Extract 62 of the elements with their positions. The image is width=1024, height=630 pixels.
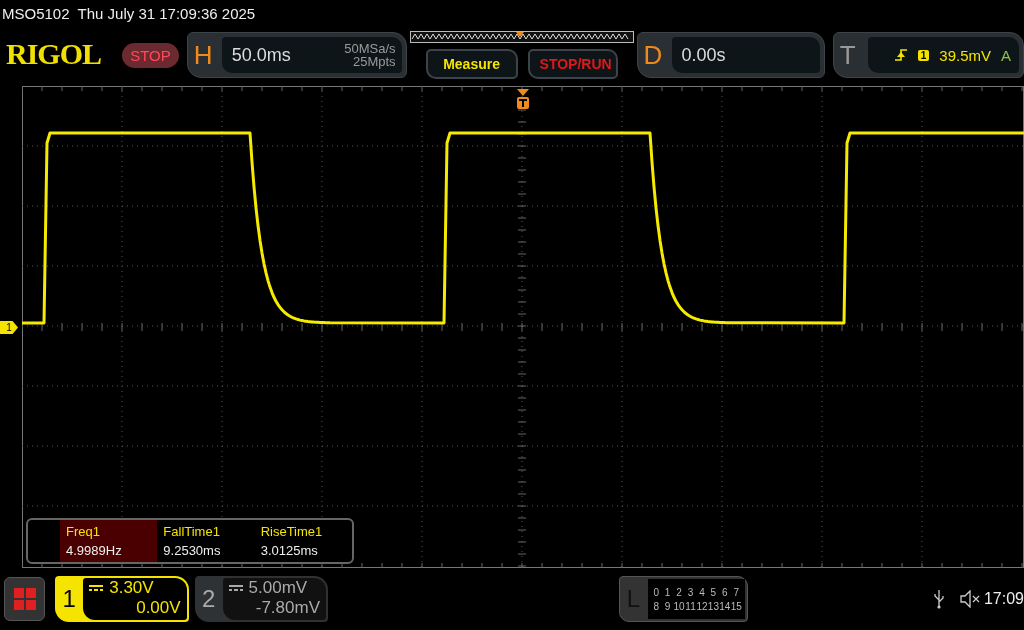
channel-number: 2 bbox=[200, 585, 217, 613]
channel-number: 1 bbox=[61, 585, 77, 613]
horizontal-label: H bbox=[193, 39, 214, 71]
logic-channel-number: 1 bbox=[663, 586, 672, 598]
menu-button[interactable] bbox=[4, 577, 46, 621]
logic-channel-number: 15 bbox=[730, 600, 742, 612]
vertical-scale: 5.00mV bbox=[248, 578, 308, 598]
channel-marker[interactable]: 1 bbox=[0, 321, 18, 334]
run-state-indicator: STOP bbox=[122, 42, 179, 68]
vertical-offset: 0.00V bbox=[136, 598, 181, 618]
horizontal-panel[interactable]: H 50.0ms 50MSa/s 25Mpts bbox=[186, 32, 407, 78]
logic-channel-number: 10 bbox=[673, 600, 685, 612]
timebase-value: 50.0ms bbox=[231, 44, 291, 66]
measurement-name: RiseTime1 bbox=[260, 524, 324, 539]
trigger-panel[interactable]: T 1 39.5mV A bbox=[832, 32, 1024, 78]
measurement-name: FallTime1 bbox=[163, 524, 221, 539]
vertical-scale: 3.30V bbox=[109, 578, 154, 598]
model-name: MSO5102 bbox=[2, 4, 70, 22]
logic-channel-number: 3 bbox=[686, 586, 695, 598]
channel-panel[interactable]: 1 3.30V 0.00V bbox=[55, 576, 189, 622]
trigger-source: 1 bbox=[917, 49, 930, 61]
memory-depth: 25Mpts bbox=[352, 55, 396, 68]
speaker-muted-icon[interactable] bbox=[960, 590, 980, 608]
dc-coupling-icon bbox=[228, 584, 243, 592]
measurement-value: 9.2530ms bbox=[163, 543, 222, 558]
measurement-item[interactable]: FallTime1 9.2530ms bbox=[157, 520, 255, 562]
trigger-position-icon[interactable] bbox=[516, 88, 530, 110]
logic-channel-number: 14 bbox=[719, 600, 731, 612]
logic-channel-number: 5 bbox=[709, 586, 718, 598]
logic-channel-number: 4 bbox=[698, 586, 706, 598]
measure-button[interactable]: Measure bbox=[425, 49, 518, 79]
stop-run-button[interactable]: STOP/RUN bbox=[527, 49, 618, 79]
usb-icon bbox=[932, 589, 945, 609]
date-time: Thu July 31 17:09:36 2025 bbox=[77, 4, 256, 22]
delay-panel[interactable]: D 0.00s bbox=[636, 32, 825, 78]
grid-icon bbox=[12, 587, 37, 611]
trigger-label: T bbox=[839, 39, 857, 71]
rising-edge-icon bbox=[893, 48, 908, 62]
sample-rate: 50MSa/s bbox=[344, 42, 396, 55]
delay-label: D bbox=[643, 39, 664, 71]
channel-panel[interactable]: 2 5.00mV -7.80mV bbox=[194, 576, 328, 622]
logic-channel-number: 8 bbox=[652, 600, 660, 612]
logic-channel-number: 7 bbox=[732, 586, 741, 598]
logic-channel-number: 2 bbox=[675, 586, 683, 598]
dc-coupling-icon bbox=[89, 584, 104, 592]
logic-channel-number: 6 bbox=[721, 586, 729, 598]
measurement-name: Freq1 bbox=[66, 524, 101, 539]
logic-channel-number: 12 bbox=[696, 600, 708, 612]
measurement-item[interactable]: RiseTime1 3.0125ms bbox=[254, 520, 352, 562]
trigger-level: 39.5mV bbox=[939, 46, 991, 64]
logic-channel-number: 13 bbox=[707, 600, 719, 612]
vertical-offset: -7.80mV bbox=[255, 598, 320, 618]
logic-channel-number: 11 bbox=[684, 600, 696, 612]
brand-logo: RIGOL bbox=[6, 38, 103, 72]
logic-channel-number: 0 bbox=[652, 586, 660, 598]
logic-channel-number: 9 bbox=[663, 600, 672, 612]
clock-time: 17:09 bbox=[983, 590, 1024, 608]
trigger-mode: A bbox=[1001, 46, 1011, 64]
delay-value: 0.00s bbox=[681, 44, 726, 66]
measurement-value: 4.9989Hz bbox=[66, 543, 123, 558]
measurement-item[interactable]: Freq1 4.9989Hz bbox=[60, 520, 158, 562]
measurement-value: 3.0125ms bbox=[260, 543, 319, 558]
